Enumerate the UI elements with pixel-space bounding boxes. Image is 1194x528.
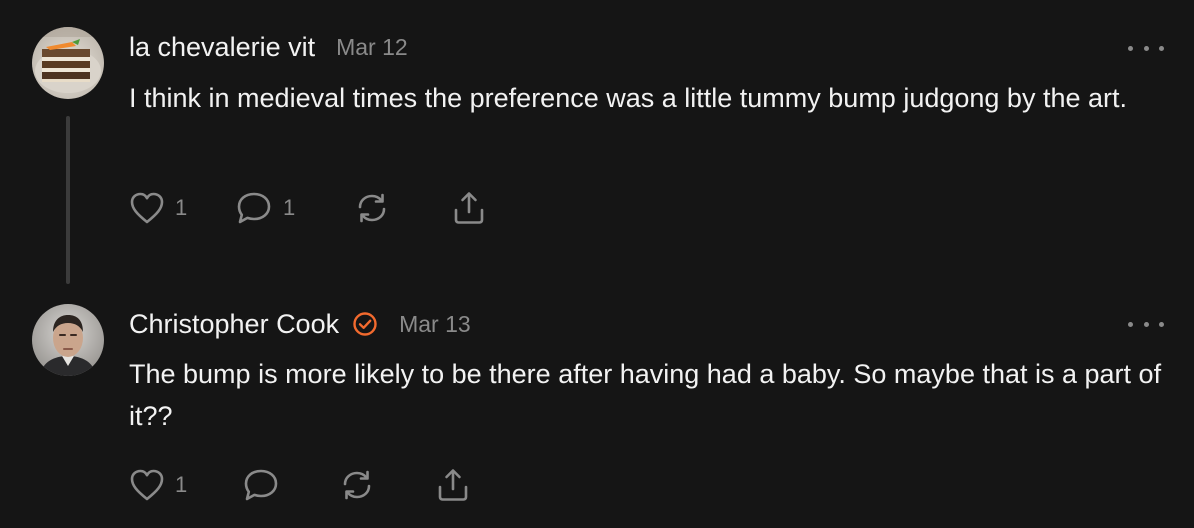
chat-bubble-icon <box>244 469 278 501</box>
repost-button[interactable] <box>339 467 375 503</box>
chat-bubble-icon <box>237 192 271 224</box>
author-name[interactable]: la chevalerie vit <box>129 30 315 64</box>
comment: Christopher Cook Mar 13 The bump is more… <box>0 285 1194 528</box>
like-button[interactable]: 1 <box>129 467 187 503</box>
like-button[interactable]: 1 <box>129 190 187 226</box>
reply-button[interactable]: 1 <box>235 190 295 226</box>
comment-date[interactable]: Mar 13 <box>399 307 471 341</box>
avatar[interactable] <box>32 304 104 376</box>
like-count: 1 <box>175 195 188 220</box>
reply-count: 1 <box>283 195 296 220</box>
author-name[interactable]: Christopher Cook <box>129 307 339 341</box>
more-dot <box>1143 321 1149 327</box>
share-icon <box>454 192 484 224</box>
more-dot <box>1159 45 1164 51</box>
more-options-button[interactable] <box>1128 314 1164 334</box>
verified-check-icon <box>352 311 378 337</box>
more-dot <box>1159 321 1164 327</box>
more-options-button[interactable] <box>1128 38 1164 58</box>
comment-header: Christopher Cook Mar 13 <box>129 307 471 341</box>
repost-button[interactable] <box>354 190 390 226</box>
comment-thread: la chevalerie vit Mar 12 I think in medi… <box>0 0 1194 528</box>
share-button[interactable] <box>451 190 487 226</box>
like-count: 1 <box>175 472 188 497</box>
more-horizontal-icon <box>1128 321 1133 327</box>
comment: la chevalerie vit Mar 12 I think in medi… <box>0 0 1194 285</box>
comment-header: la chevalerie vit Mar 12 <box>129 30 408 64</box>
comment-text: I think in medieval times the preference… <box>129 83 1127 113</box>
more-horizontal-icon <box>1128 45 1133 51</box>
comment-text: The bump is more likely to be there afte… <box>129 359 1162 431</box>
repost-icon <box>343 470 371 500</box>
more-dot <box>1143 45 1149 51</box>
share-icon <box>438 469 468 501</box>
reply-button[interactable] <box>242 467 280 503</box>
heart-icon <box>130 469 164 501</box>
avatar[interactable] <box>32 27 104 99</box>
repost-icon <box>358 193 386 223</box>
thread-connector-line <box>66 116 70 284</box>
comment-date[interactable]: Mar 12 <box>336 30 408 64</box>
heart-icon <box>130 192 164 224</box>
share-button[interactable] <box>435 467 471 503</box>
